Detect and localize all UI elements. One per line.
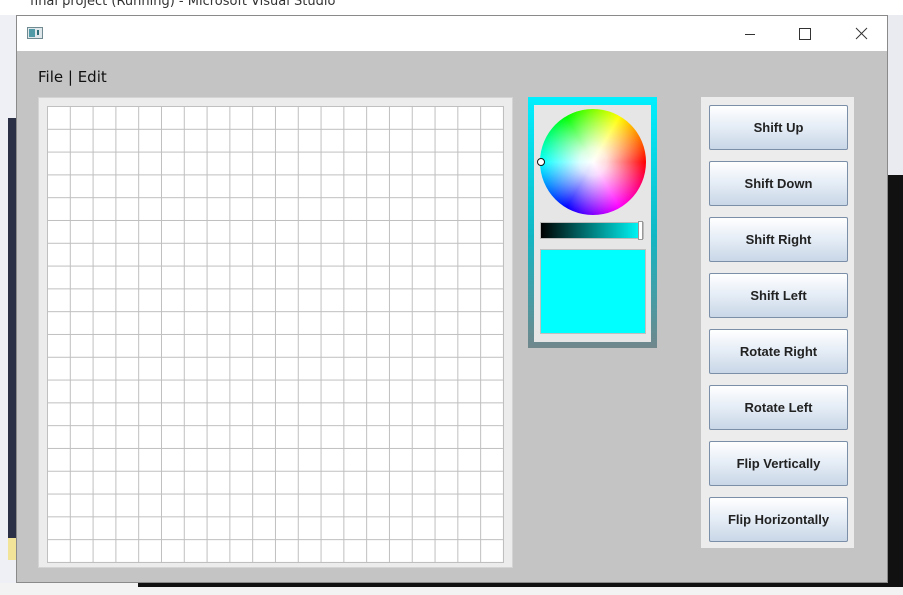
window-titlebar[interactable] — [17, 16, 887, 51]
shift-up-button[interactable]: Shift Up — [709, 105, 848, 150]
maximize-icon — [799, 27, 811, 40]
color-picker-body — [534, 105, 651, 342]
app-window: File | Edit Shift Up Shift Down Shift Ri… — [16, 15, 888, 583]
color-picker-panel — [528, 97, 657, 348]
transform-buttons-panel: Shift Up Shift Down Shift Right Shift Le… — [701, 97, 854, 548]
shift-left-button[interactable]: Shift Left — [709, 273, 848, 318]
java-app-icon — [27, 27, 43, 39]
background-app-left-highlight — [8, 538, 16, 560]
color-wheel-handle[interactable] — [537, 158, 545, 166]
close-button[interactable] — [838, 16, 884, 51]
shift-down-button[interactable]: Shift Down — [709, 161, 848, 206]
background-app-right-panel — [888, 175, 903, 585]
shift-right-button[interactable]: Shift Right — [709, 217, 848, 262]
menu-bar[interactable]: File | Edit — [38, 68, 107, 86]
brightness-slider-handle[interactable] — [638, 221, 643, 240]
background-app-left-panel — [8, 118, 16, 538]
rotate-left-button[interactable]: Rotate Left — [709, 385, 848, 430]
background-app-titlebar: final project (Running) - Microsoft Visu… — [0, 0, 903, 15]
selected-color-swatch — [540, 249, 646, 334]
rotate-right-button[interactable]: Rotate Right — [709, 329, 848, 374]
flip-vertically-button[interactable]: Flip Vertically — [709, 441, 848, 486]
minimize-button[interactable] — [727, 16, 773, 51]
background-app-title: final project (Running) - Microsoft Visu… — [30, 0, 336, 9]
pixel-grid-canvas[interactable] — [47, 106, 504, 563]
maximize-button[interactable] — [782, 16, 828, 51]
close-icon — [855, 27, 867, 40]
brightness-slider[interactable] — [540, 221, 644, 240]
minimize-icon — [745, 33, 755, 35]
pixel-grid-panel — [38, 97, 513, 568]
flip-horizontally-button[interactable]: Flip Horizontally — [709, 497, 848, 542]
color-wheel[interactable] — [537, 109, 646, 215]
